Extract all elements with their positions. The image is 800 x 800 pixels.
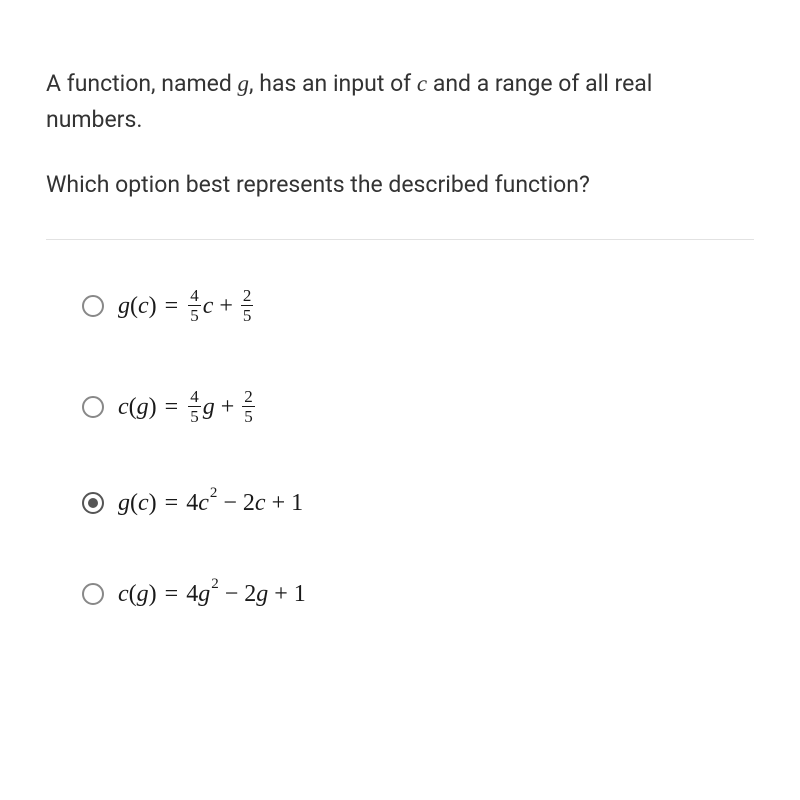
option-a[interactable]: g(c)= 45 c+ 25	[82, 288, 754, 325]
option-b-math: c(g)= 45 g+ 25	[118, 389, 257, 426]
prompt-var-c: c	[417, 71, 427, 96]
option-d-math: c(g)= 4g2−2g+1	[118, 581, 306, 608]
divider	[46, 239, 754, 240]
problem-statement: A function, named g, has an input of c a…	[46, 66, 754, 137]
option-c[interactable]: g(c)= 4c2−2c+1	[82, 490, 754, 517]
option-d[interactable]: c(g)= 4g2−2g+1	[82, 581, 754, 608]
radio-c[interactable]	[82, 492, 104, 514]
option-a-math: g(c)= 45 c+ 25	[118, 288, 255, 325]
prompt-part2: , has an input of	[249, 70, 417, 97]
radio-a[interactable]	[82, 295, 104, 317]
prompt-var-g: g	[238, 71, 250, 96]
radio-d[interactable]	[82, 583, 104, 605]
option-b[interactable]: c(g)= 45 g+ 25	[82, 389, 754, 426]
question-text: Which option best represents the describ…	[46, 167, 754, 203]
option-c-math: g(c)= 4c2−2c+1	[118, 490, 303, 517]
radio-b[interactable]	[82, 396, 104, 418]
prompt-part1: A function, named	[46, 70, 238, 97]
options-list: g(c)= 45 c+ 25 c(g)= 45 g+ 25 g(c)= 4c2−…	[46, 264, 754, 608]
